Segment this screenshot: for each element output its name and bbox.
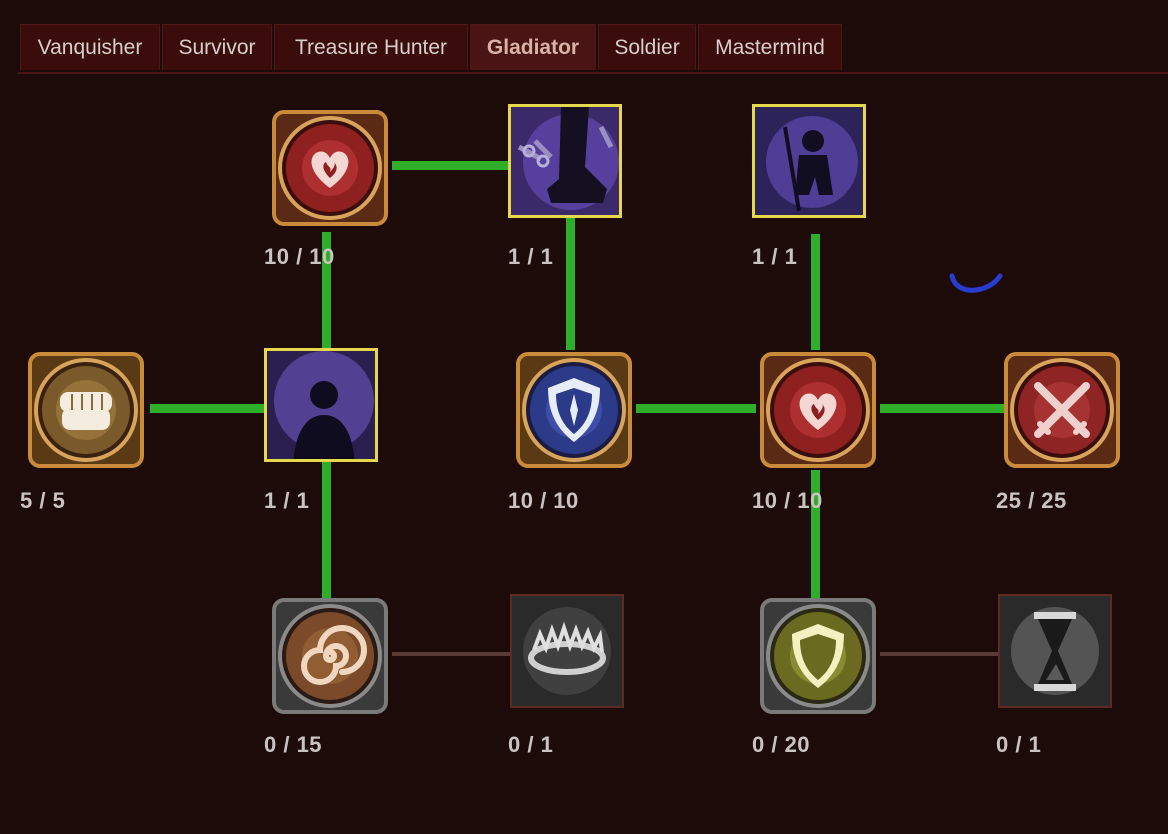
skill-blue-shield[interactable] [512,348,636,472]
link-staff-to-heart [811,234,820,350]
skill-gold-shield[interactable] [756,594,880,718]
link-gold-shield-to-hourglass [880,652,1000,656]
shadow-figure-icon [267,351,375,459]
heart-icon [760,352,876,468]
fist-icon [28,352,144,468]
bear-trap-icon [512,596,622,706]
link-boot-to-shield [566,218,575,350]
skill-shadow-aura[interactable] [264,348,378,462]
skill-spiral[interactable] [268,594,392,718]
skill-heart-top[interactable] [268,106,392,230]
skill-fist[interactable] [24,348,148,472]
link-shield-to-heart [636,404,756,413]
skill-chained-boot[interactable] [508,104,622,218]
spiral-icon [272,598,388,714]
scribble-mark [949,273,1003,293]
rank-shadow-warrior: 1 / 1 [752,244,798,269]
skill-heart-mid[interactable] [756,348,880,472]
skill-crossed-swords[interactable] [1000,348,1124,472]
chained-boot-icon [511,107,619,215]
link-spiral-to-trap [392,652,512,656]
hourglass-icon [1000,596,1110,706]
shield-icon [516,352,632,468]
skill-tree: 10 / 10 1 / 1 1 / 1 5 / 5 1 / 1 10 / 10 … [0,0,1168,834]
rank-blue-shield: 10 / 10 [508,488,579,513]
link-heart-to-swords [880,404,1004,413]
rank-heart-mid: 10 / 10 [752,488,823,513]
rank-fist: 5 / 5 [20,488,66,513]
link-fist-to-aura [150,404,264,413]
crossed-swords-icon [1004,352,1120,468]
shadow-warrior-icon [755,107,863,215]
shield-icon [760,598,876,714]
link-heart-to-boot [392,161,510,170]
link-aura-to-spiral [322,460,331,600]
rank-gold-shield: 0 / 20 [752,732,811,757]
rank-crossed-swords: 25 / 25 [996,488,1067,513]
heart-icon [272,110,388,226]
skill-shadow-warrior[interactable] [752,104,866,218]
rank-chained-boot: 1 / 1 [508,244,554,269]
skill-hourglass[interactable] [998,594,1112,708]
rank-bear-trap: 0 / 1 [508,732,554,757]
rank-heart-top: 10 / 10 [264,244,335,269]
rank-spiral: 0 / 15 [264,732,323,757]
rank-hourglass: 0 / 1 [996,732,1042,757]
skill-bear-trap[interactable] [510,594,624,708]
rank-shadow-aura: 1 / 1 [264,488,310,513]
